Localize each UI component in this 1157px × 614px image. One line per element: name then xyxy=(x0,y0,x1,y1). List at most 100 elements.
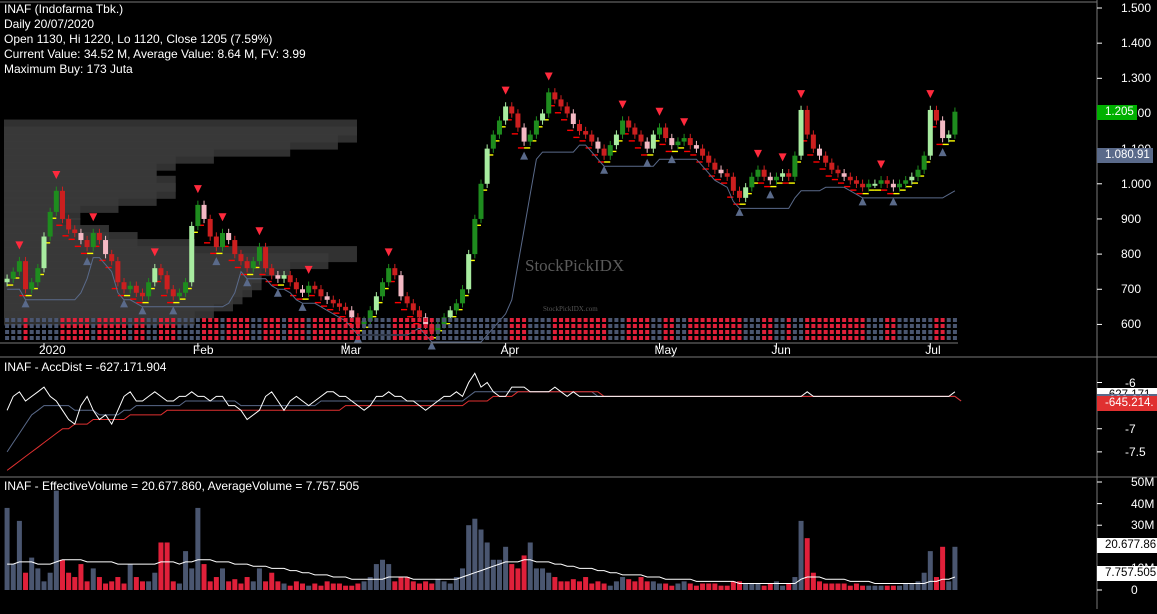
status-dot xyxy=(423,318,428,322)
volume-bar xyxy=(447,583,453,590)
sell-arrow-marker xyxy=(193,185,202,194)
status-dot xyxy=(355,330,360,334)
status-dot xyxy=(251,318,256,322)
status-dot xyxy=(811,324,816,328)
status-dot xyxy=(91,324,96,328)
candle-body xyxy=(780,173,786,177)
status-dot xyxy=(915,330,920,334)
volume-bar xyxy=(441,581,447,590)
x-tick-label: Mar xyxy=(340,343,362,357)
candle-body xyxy=(250,261,256,269)
status-dot xyxy=(448,324,453,328)
status-dot xyxy=(288,330,293,334)
candle-body xyxy=(103,240,109,255)
volume-bar xyxy=(275,581,281,590)
status-dot xyxy=(515,318,520,322)
volume-bar xyxy=(601,583,607,590)
status-dot xyxy=(66,318,71,322)
status-dot xyxy=(146,336,151,340)
watermark: StockPickIDX xyxy=(525,256,625,275)
volume-bar xyxy=(96,577,102,590)
candle-body xyxy=(872,183,878,186)
status-dot xyxy=(257,330,262,334)
status-dot xyxy=(842,318,847,322)
status-dot xyxy=(799,336,804,340)
status-dot xyxy=(442,330,447,334)
status-dot xyxy=(848,330,853,334)
volume-bar xyxy=(35,568,41,590)
candle-body xyxy=(835,169,841,174)
status-dot xyxy=(792,336,797,340)
status-dot xyxy=(719,318,724,322)
status-dot xyxy=(134,336,139,340)
status-dot xyxy=(528,330,533,334)
status-dot xyxy=(842,330,847,334)
status-dot xyxy=(922,324,927,328)
status-dot xyxy=(325,324,330,328)
status-dot xyxy=(817,318,822,322)
volume-bar xyxy=(478,529,484,590)
status-dot xyxy=(891,324,896,328)
status-dot xyxy=(78,324,83,328)
status-dot xyxy=(386,336,391,340)
buy-arrow-marker xyxy=(889,197,898,206)
status-dot xyxy=(731,318,736,322)
status-dot xyxy=(374,330,379,334)
candle-body xyxy=(700,148,706,156)
status-dot xyxy=(411,324,416,328)
sell-arrow-marker xyxy=(304,265,313,274)
volume-bar xyxy=(306,585,312,590)
status-dot xyxy=(915,336,920,340)
status-dot xyxy=(928,330,933,334)
status-dot xyxy=(749,330,754,334)
status-dot xyxy=(595,324,600,328)
status-dot xyxy=(946,336,951,340)
status-dot xyxy=(472,336,477,340)
status-dot xyxy=(11,318,16,322)
status-dot xyxy=(398,318,403,322)
status-dot xyxy=(528,324,533,328)
status-dot xyxy=(614,324,619,328)
volume-bar xyxy=(343,585,349,590)
volume-bar xyxy=(835,583,841,590)
candle-body xyxy=(903,180,909,184)
volume-bar xyxy=(669,585,675,590)
status-dot xyxy=(23,324,28,328)
status-dot xyxy=(885,318,890,322)
candle-body xyxy=(386,268,392,283)
status-dot xyxy=(103,324,108,328)
status-dot xyxy=(103,336,108,340)
status-dot xyxy=(632,330,637,334)
status-dot xyxy=(429,330,434,334)
status-dot xyxy=(719,324,724,328)
status-dot xyxy=(380,336,385,340)
status-dot xyxy=(146,330,151,334)
status-dot xyxy=(657,318,662,322)
accdist-label: INAF - AccDist = -627.171.904 xyxy=(4,360,167,374)
volume-bar xyxy=(515,568,521,590)
status-dot xyxy=(325,330,330,334)
status-dot xyxy=(774,330,779,334)
status-dot xyxy=(454,318,459,322)
status-dot xyxy=(497,336,502,340)
status-dot xyxy=(423,336,428,340)
status-dot xyxy=(626,318,631,322)
candle-body xyxy=(706,155,712,163)
volume-bar xyxy=(195,507,201,590)
volume-bar xyxy=(330,583,336,590)
status-dot xyxy=(337,324,342,328)
y-tick-label: 1.300 xyxy=(1121,71,1152,86)
status-dot xyxy=(35,324,40,328)
status-dot xyxy=(595,336,600,340)
volume-bar xyxy=(933,577,939,590)
volume-bar xyxy=(287,585,293,590)
status-dot xyxy=(72,336,77,340)
candle-body xyxy=(798,109,804,156)
status-dot xyxy=(343,324,348,328)
status-dot xyxy=(897,330,902,334)
status-dot xyxy=(866,324,871,328)
candle-body xyxy=(269,268,275,276)
status-dot xyxy=(509,318,514,322)
volume-bar xyxy=(484,542,490,590)
candle-body xyxy=(84,240,90,248)
